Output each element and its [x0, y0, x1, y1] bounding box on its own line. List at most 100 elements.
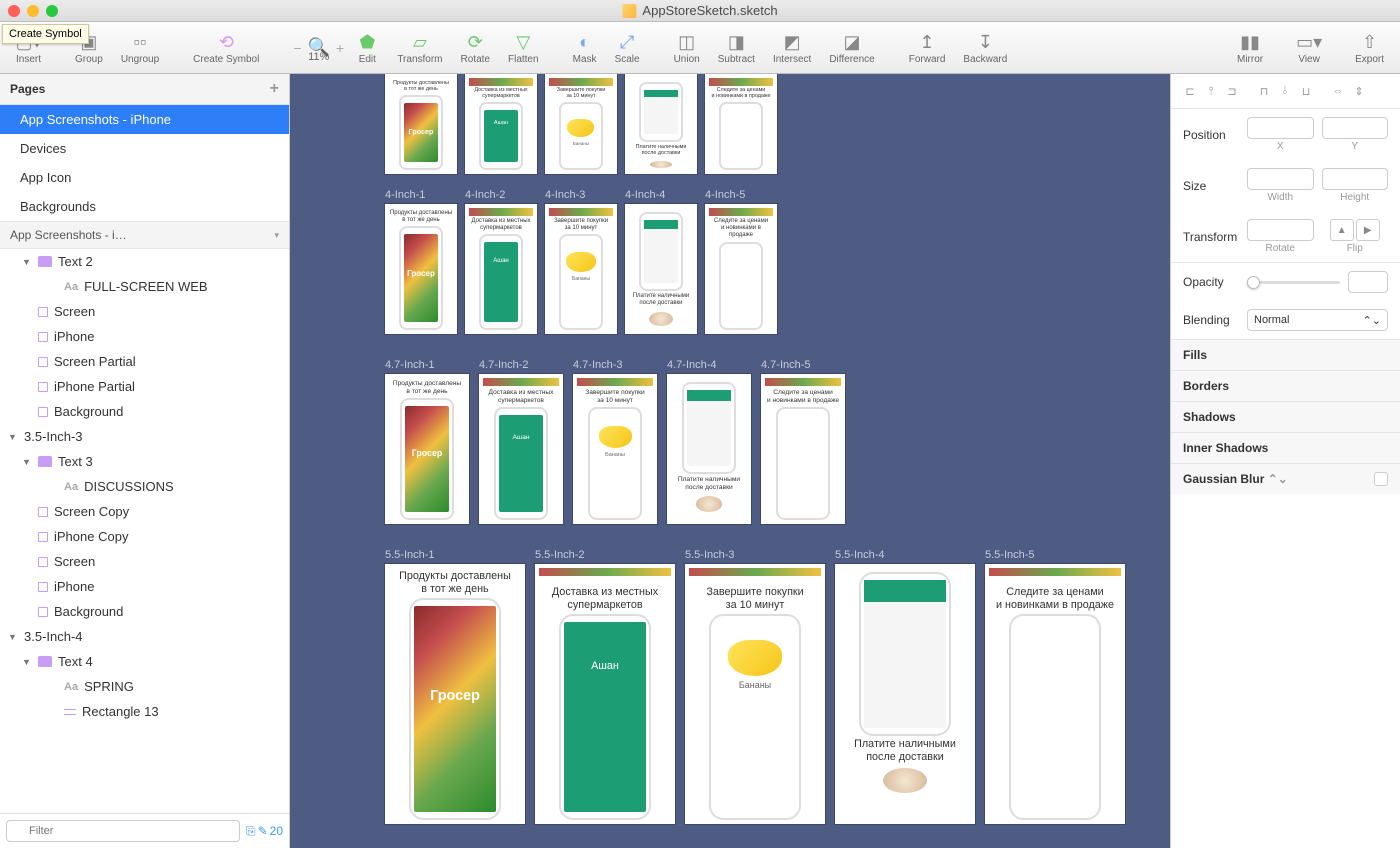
align-center-h-icon[interactable]: ⫯ [1202, 82, 1220, 100]
layer-row[interactable]: Background [0, 399, 289, 424]
artboard-label[interactable]: 4-Inch-3 [545, 189, 585, 201]
scale-button[interactable]: ⤢Scale [607, 28, 648, 67]
align-center-v-icon[interactable]: ⫰ [1276, 82, 1294, 100]
artboard[interactable]: Следите за ценамии новинками в продаже [985, 564, 1125, 824]
artboard-label[interactable]: 5.5-Inch-2 [535, 549, 585, 561]
artboard[interactable]: Доставка из местныхсупермаркетовАшан [535, 564, 675, 824]
layer-row[interactable]: Screen [0, 549, 289, 574]
intersect-button[interactable]: ◩Intersect [765, 28, 819, 67]
artboard[interactable]: Завершите покупкиза 10 минутБананы [545, 204, 617, 334]
create-symbol-button[interactable]: ⟲Create Symbol [185, 28, 267, 67]
artboard[interactable]: Следите за ценамии новинками в продаже [705, 74, 777, 174]
zoom-in-icon[interactable]: + [336, 40, 344, 56]
artboard[interactable]: Завершите покупкиза 10 минутБананы [685, 564, 825, 824]
artboard-label[interactable]: 4-Inch-2 [465, 189, 505, 201]
page-item[interactable]: App Screenshots - iPhone [0, 105, 289, 134]
layer-row[interactable]: AaFULL-SCREEN WEB [0, 274, 289, 299]
subtract-button[interactable]: ◨Subtract [710, 28, 763, 67]
page-item[interactable]: Devices [0, 134, 289, 163]
layer-row[interactable]: Rectangle 13 [0, 699, 289, 724]
flatten-button[interactable]: ▽Flatten [500, 28, 547, 67]
canvas[interactable]: Продукты доставленыв тот же деньГросерДо… [290, 74, 1170, 848]
width-input[interactable] [1247, 168, 1314, 190]
forward-button[interactable]: ↥Forward [901, 28, 954, 67]
align-right-icon[interactable]: ⊐ [1223, 82, 1241, 100]
disclosure-icon[interactable]: ▼ [22, 457, 32, 467]
opacity-input[interactable] [1348, 271, 1388, 293]
layer-row[interactable]: ▼3.5-Inch-4 [0, 624, 289, 649]
difference-button[interactable]: ◪Difference [821, 28, 882, 67]
rotate-button[interactable]: ⟳Rotate [453, 28, 498, 67]
zoom-out-icon[interactable]: − [293, 40, 301, 56]
artboard[interactable]: Продукты доставленыв тот же деньГросер [385, 564, 525, 824]
backward-button[interactable]: ↧Backward [955, 28, 1015, 67]
export-button[interactable]: ⇧Export [1347, 28, 1392, 67]
artboard[interactable]: Платите наличнымипосле доставки [667, 374, 751, 524]
artboard-label[interactable]: 4.7-Inch-4 [667, 359, 717, 371]
x-input[interactable] [1247, 117, 1314, 139]
flip-v-button[interactable]: ▶ [1356, 219, 1380, 241]
artboard[interactable]: Завершите покупкиза 10 минутБананы [573, 374, 657, 524]
height-input[interactable] [1322, 168, 1389, 190]
page-item[interactable]: Backgrounds [0, 192, 289, 221]
mirror-button[interactable]: ▮▮Mirror [1229, 28, 1271, 67]
layer-row[interactable]: Screen [0, 299, 289, 324]
disclosure-icon[interactable]: ▼ [8, 432, 18, 442]
dropdown-icon[interactable]: ▾ [274, 230, 279, 241]
distribute-h-icon[interactable]: ⇔ [1329, 82, 1347, 100]
view-button[interactable]: ▭▾View [1289, 28, 1329, 67]
artboard-label[interactable]: 5.5-Inch-4 [835, 549, 885, 561]
layer-row[interactable]: ▼Text 2 [0, 249, 289, 274]
transform-button[interactable]: ▱Transform [389, 28, 450, 67]
layer-row[interactable]: AaSPRING [0, 674, 289, 699]
artboard[interactable]: Следите за ценамии новинками в продаже [761, 374, 845, 524]
artboard-label[interactable]: 4-Inch-1 [385, 189, 425, 201]
disclosure-icon[interactable]: ▼ [22, 257, 32, 267]
maximize-window[interactable] [46, 5, 58, 17]
mask-button[interactable]: ◐Mask [565, 28, 605, 67]
opacity-slider[interactable] [1247, 281, 1340, 284]
artboard[interactable]: Продукты доставленыв тот же деньГросер [385, 374, 469, 524]
align-bottom-icon[interactable]: ⊔ [1297, 82, 1315, 100]
blur-checkbox[interactable] [1374, 472, 1388, 486]
artboard-label[interactable]: 4.7-Inch-5 [761, 359, 811, 371]
edit-button[interactable]: ⬟Edit [347, 28, 387, 67]
artboard[interactable]: Продукты доставленыв тот же деньГросер [385, 204, 457, 334]
page-item[interactable]: App Icon [0, 163, 289, 192]
minimize-window[interactable] [27, 5, 39, 17]
fills-section[interactable]: Fills [1171, 339, 1400, 370]
union-button[interactable]: ◫Union [666, 28, 708, 67]
artboard[interactable]: Платите наличнымипосле доставки [625, 204, 697, 334]
filter-input[interactable] [6, 820, 240, 842]
align-top-icon[interactable]: ⊓ [1255, 82, 1273, 100]
flip-h-button[interactable]: ▲ [1330, 219, 1354, 241]
layer-row[interactable]: iPhone [0, 574, 289, 599]
align-left-icon[interactable]: ⊏ [1181, 82, 1199, 100]
artboard[interactable]: Доставка из местныхсупермаркетовАшан [479, 374, 563, 524]
layer-row[interactable]: iPhone [0, 324, 289, 349]
layer-row[interactable]: Background [0, 599, 289, 624]
disclosure-icon[interactable]: ▼ [8, 632, 18, 642]
ungroup-button[interactable]: ▫▫Ungroup [113, 28, 167, 67]
artboard[interactable]: Продукты доставленыв тот же деньГросер [385, 74, 457, 174]
artboard-label[interactable]: 5.5-Inch-1 [385, 549, 435, 561]
add-page-button[interactable]: + [270, 80, 279, 98]
artboard[interactable]: Следите за ценамии новинками в продаже [705, 204, 777, 334]
disclosure-icon[interactable]: ▼ [22, 657, 32, 667]
rotate-input[interactable] [1247, 219, 1314, 241]
artboard[interactable]: Доставка из местныхсупермаркетовАшан [465, 74, 537, 174]
layer-row[interactable]: ▼3.5-Inch-3 [0, 424, 289, 449]
artboard-label[interactable]: 5.5-Inch-5 [985, 549, 1035, 561]
close-window[interactable] [8, 5, 20, 17]
gaussian-blur-section[interactable]: Gaussian Blur ⌃⌄ [1171, 463, 1400, 494]
inner-shadows-section[interactable]: Inner Shadows [1171, 432, 1400, 463]
artboard-label[interactable]: 5.5-Inch-3 [685, 549, 735, 561]
layer-row[interactable]: AaDISCUSSIONS [0, 474, 289, 499]
artboard[interactable]: Платите наличнымипосле доставки [835, 564, 975, 824]
artboard-label[interactable]: 4-Inch-5 [705, 189, 745, 201]
artboard[interactable]: Завершите покупкиза 10 минутБананы [545, 74, 617, 174]
layer-row[interactable]: Screen Copy [0, 499, 289, 524]
layer-row[interactable]: iPhone Partial [0, 374, 289, 399]
shadows-section[interactable]: Shadows [1171, 401, 1400, 432]
layer-row[interactable]: ▼Text 4 [0, 649, 289, 674]
